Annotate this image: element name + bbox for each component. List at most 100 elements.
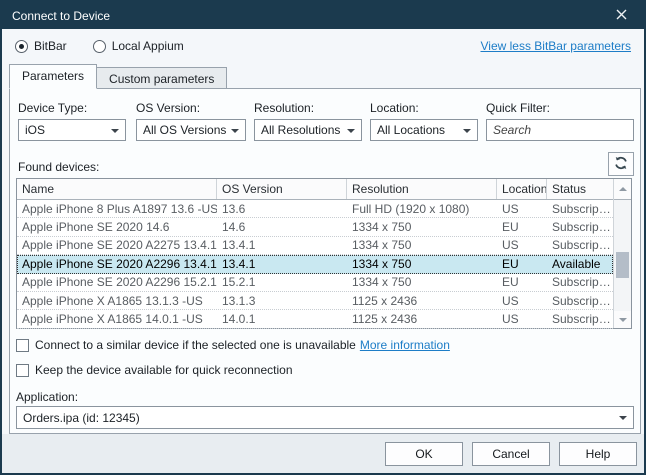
cell-resolution: 1125 x 2436 [347,312,497,326]
table-scrollbar[interactable] [613,179,631,328]
scroll-up-button[interactable] [614,179,631,200]
cell-resolution: 1125 x 2436 [347,294,497,308]
table-row[interactable]: Apple iPhone 8 Plus A1897 13.6 -US 13.6 … [17,200,613,218]
cell-name: Apple iPhone SE 2020 A2296 15.2.1 [17,275,217,289]
scrollbar-track[interactable] [614,200,631,311]
cell-location: US [497,312,547,326]
refresh-button[interactable] [608,152,634,176]
tab-custom-parameters[interactable]: Custom parameters [97,67,227,89]
more-information-link[interactable]: More information [360,338,450,352]
column-header-os-version[interactable]: OS Version [217,179,347,199]
application-dropdown[interactable]: Orders.ipa (id: 12345) [16,406,634,429]
cell-status: Subscrip… [547,312,613,326]
cell-name: Apple iPhone SE 2020 14.6 [17,220,217,234]
table-row[interactable]: Apple iPhone SE 2020 14.6 14.6 1334 x 75… [17,218,613,236]
column-header-resolution[interactable]: Resolution [347,179,497,199]
scroll-up-icon [619,187,627,191]
chevron-down-icon [111,129,119,133]
help-button[interactable]: Help [559,442,637,466]
radio-bitbar[interactable]: BitBar [15,39,67,53]
cell-status: Subscrip… [547,202,613,216]
device-type-label: Device Type: [18,101,87,115]
radio-local-appium[interactable]: Local Appium [93,39,184,53]
location-value: All Locations [377,123,459,137]
table-row[interactable]: Apple iPhone X A1865 14.0.1 -US 14.0.1 1… [17,310,613,328]
ok-button[interactable]: OK [385,442,463,466]
cell-name: Apple iPhone X A1865 14.0.1 -US [17,312,217,326]
keep-device-label: Keep the device available for quick reco… [35,363,293,377]
os-version-value: All OS Versions [143,123,227,137]
close-button[interactable] [608,5,634,27]
column-header-status[interactable]: Status [547,179,613,199]
table-row[interactable]: Apple iPhone SE 2020 A2275 13.4.1 -US 13… [17,237,613,255]
tab-parameters[interactable]: Parameters [9,64,97,89]
quick-filter-box [486,119,634,141]
cancel-button[interactable]: Cancel [472,442,550,466]
cell-location: US [497,294,547,308]
application-value: Orders.ipa (id: 12345) [23,411,140,425]
similar-device-label: Connect to a similar device if the selec… [35,338,356,352]
quick-filter-label: Quick Filter: [486,101,550,115]
cell-location: EU [497,275,547,289]
cell-os-version: 13.6 [217,202,347,216]
dialog-title: Connect to Device [12,9,608,23]
cell-location: US [497,202,547,216]
cell-resolution: Full HD (1920 x 1080) [347,202,497,216]
cell-os-version: 13.4.1 [217,238,347,252]
cell-name: Apple iPhone 8 Plus A1897 13.6 -US [17,202,217,216]
scroll-down-icon [619,318,627,322]
keep-device-checkbox[interactable] [16,364,29,377]
table-row[interactable]: Apple iPhone SE 2020 A2296 13.4.1 13.4.1… [17,255,613,273]
radio-icon [15,40,28,53]
table-header: Name OS Version Resolution Location Stat… [17,179,613,200]
keep-device-option: Keep the device available for quick reco… [16,363,293,377]
similar-device-checkbox[interactable] [16,339,29,352]
table-body: Apple iPhone 8 Plus A1897 13.6 -US 13.6 … [17,200,613,329]
os-version-label: OS Version: [136,101,200,115]
device-type-value: iOS [25,123,107,137]
cell-os-version: 13.4.1 [217,257,347,271]
cell-os-version: 14.0.1 [217,312,347,326]
radio-icon [93,40,106,53]
os-version-dropdown[interactable]: All OS Versions [136,119,246,141]
cell-location: EU [497,220,547,234]
view-less-parameters-link[interactable]: View less BitBar parameters [480,39,631,53]
cell-os-version: 13.1.3 [217,294,347,308]
cell-name: Apple iPhone SE 2020 A2296 13.4.1 [17,257,217,271]
cell-status: Subscrip… [547,275,613,289]
cell-resolution: 1334 x 750 [347,238,497,252]
device-type-dropdown[interactable]: iOS [18,119,126,141]
radio-local-appium-label: Local Appium [112,39,184,53]
table-row[interactable]: Apple iPhone X A1865 13.1.3 -US 13.1.3 1… [17,292,613,310]
cell-status: Subscrip… [547,238,613,252]
chevron-down-icon [231,129,239,133]
scroll-down-button[interactable] [614,311,631,328]
cell-os-version: 15.2.1 [217,275,347,289]
cell-status: Available [547,257,613,271]
chevron-down-icon [463,129,471,133]
tab-strip: Parameters Custom parameters [9,64,227,89]
resolution-value: All Resolutions [261,123,343,137]
similar-device-option: Connect to a similar device if the selec… [16,338,450,352]
cell-os-version: 14.6 [217,220,347,234]
cell-resolution: 1334 x 750 [347,220,497,234]
column-header-location[interactable]: Location [497,179,547,199]
resolution-dropdown[interactable]: All Resolutions [254,119,362,141]
cell-resolution: 1334 x 750 [347,275,497,289]
resolution-label: Resolution: [254,101,314,115]
search-input[interactable] [487,123,646,137]
chevron-down-icon [619,416,627,420]
provider-row: BitBar Local Appium View less BitBar par… [2,29,644,63]
cell-name: Apple iPhone X A1865 13.1.3 -US [17,294,217,308]
cell-status: Subscrip… [547,220,613,234]
footer-bar: OK Cancel Help [2,434,644,473]
location-dropdown[interactable]: All Locations [370,119,478,141]
found-devices-label: Found devices: [18,160,99,174]
column-header-name[interactable]: Name [17,179,217,199]
refresh-icon [614,156,628,173]
chevron-down-icon [347,129,355,133]
table-row[interactable]: Apple iPhone SE 2020 A2296 15.2.1 15.2.1… [17,274,613,292]
devices-table: Name OS Version Resolution Location Stat… [16,178,632,329]
cell-location: US [497,238,547,252]
scrollbar-thumb[interactable] [616,252,629,278]
